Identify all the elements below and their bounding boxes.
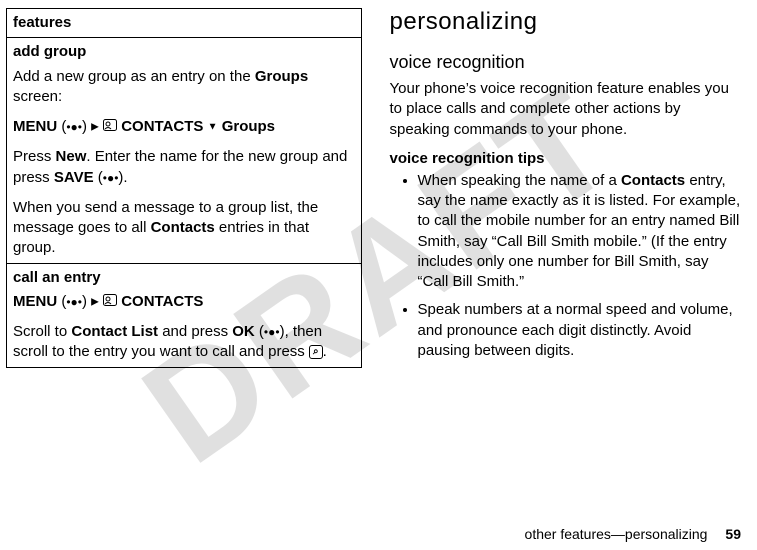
voice-recognition-intro: Your phone’s voice recognition feature e… xyxy=(390,79,742,140)
menu-label: MENU xyxy=(13,118,57,135)
contacts-label: Contacts xyxy=(151,219,215,236)
list-item: When speaking the name of a Contacts ent… xyxy=(418,171,742,293)
tips-list: When speaking the name of a Contacts ent… xyxy=(390,171,742,361)
left-column: features add group Add a new group as an… xyxy=(6,8,374,550)
call-entry-title: call an entry xyxy=(13,268,355,288)
right-arrow-icon: ▶ xyxy=(91,121,99,132)
text: Scroll to xyxy=(13,323,71,340)
add-group-cell: add group Add a new group as an entry on… xyxy=(7,38,362,263)
page-content: features add group Add a new group as an… xyxy=(0,0,757,550)
contacts-label: CONTACTS xyxy=(121,293,203,310)
right-arrow-icon: ▶ xyxy=(91,296,99,307)
text: Press xyxy=(13,148,56,165)
features-table: features add group Add a new group as an… xyxy=(6,8,362,368)
add-group-p2: Press New. Enter the name for the new gr… xyxy=(13,147,355,188)
center-key-icon: •●• xyxy=(103,171,119,185)
contacts-label: CONTACTS xyxy=(121,118,203,135)
text: and press xyxy=(158,323,232,340)
contacts-icon xyxy=(103,117,117,137)
voice-recognition-heading: voice recognition xyxy=(390,52,742,73)
table-row: call an entry MENU (•●•) ▶ CONTACTS Scro… xyxy=(7,263,362,367)
call-entry-menu-path: MENU (•●•) ▶ CONTACTS xyxy=(13,292,355,312)
table-row: features xyxy=(7,9,362,38)
groups-label: Groups xyxy=(255,68,308,85)
center-key-icon: •●• xyxy=(66,295,82,309)
save-label: SAVE xyxy=(54,169,94,186)
send-key-icon: ⌕ xyxy=(309,345,323,359)
down-arrow-icon: ▼ xyxy=(208,121,218,132)
tips-heading: voice recognition tips xyxy=(390,150,742,167)
center-key-icon: •●• xyxy=(264,325,280,339)
add-group-title: add group xyxy=(13,42,355,62)
right-column: personalizing voice recognition Your pho… xyxy=(374,8,742,550)
add-group-p3: When you send a message to a group list,… xyxy=(13,198,355,259)
contact-list-label: Contact List xyxy=(71,323,158,340)
text: Add a new group as an entry on the xyxy=(13,68,255,85)
center-key-icon: •●• xyxy=(66,120,82,134)
text: When speaking the name of a xyxy=(418,172,621,189)
contacts-icon xyxy=(103,292,117,312)
call-entry-cell: call an entry MENU (•●•) ▶ CONTACTS Scro… xyxy=(7,263,362,367)
new-label: New xyxy=(56,148,87,165)
call-entry-p1: Scroll to Contact List and press OK (•●•… xyxy=(13,322,355,363)
table-row: add group Add a new group as an entry on… xyxy=(7,38,362,263)
add-group-p1: Add a new group as an entry on the Group… xyxy=(13,67,355,108)
text: . xyxy=(123,169,127,186)
text: . xyxy=(323,343,327,360)
text: entry, say the name exactly as it is lis… xyxy=(418,172,741,290)
list-item: Speak numbers at a normal speed and volu… xyxy=(418,300,742,361)
text: screen: xyxy=(13,88,62,105)
menu-label: MENU xyxy=(13,293,57,310)
features-header: features xyxy=(7,9,362,38)
groups-label: Groups xyxy=(222,118,275,135)
ok-label: OK xyxy=(232,323,255,340)
personalizing-heading: personalizing xyxy=(390,8,742,36)
add-group-menu-path: MENU (•●•) ▶ CONTACTS ▼ Groups xyxy=(13,117,355,137)
contacts-label: Contacts xyxy=(621,172,685,189)
